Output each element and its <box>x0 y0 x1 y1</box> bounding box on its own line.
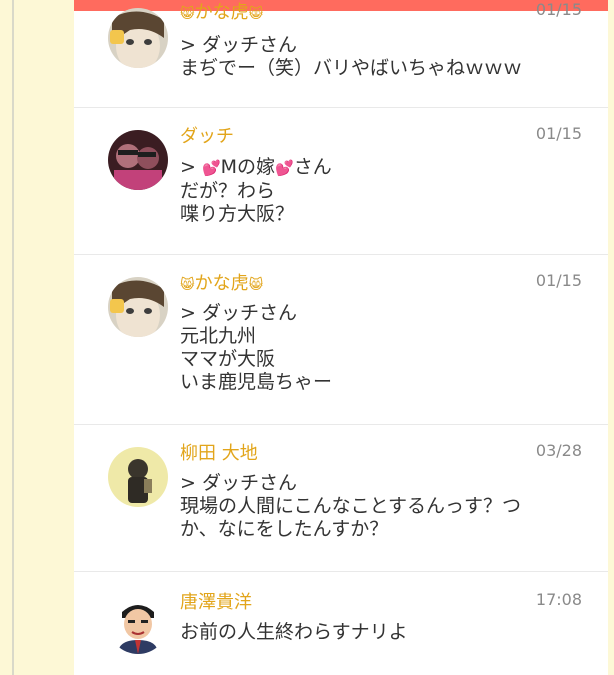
comment-line: か、なにをしたんすか？ <box>180 518 389 540</box>
comment-item[interactable]: 😸かな虎😸 01/15 > ダッチさん まぢでー（笑）バリやばいちゃねｗｗｗ <box>74 0 608 108</box>
avatar-photo-icon <box>108 447 168 507</box>
comment-line: お前の人生終わらすナリよ <box>180 621 408 643</box>
comment-line: > ダッチさん <box>180 34 297 56</box>
comment-date: 01/15 <box>535 124 582 143</box>
comment-date: 03/28 <box>535 441 582 460</box>
comment-item[interactable]: ダッチ 01/15 > 💕Mの嫁💕さん だが？わら 喋り方大阪？ <box>74 108 608 255</box>
comment-line: だが？わら <box>180 180 276 202</box>
avatar-photo-icon <box>108 277 168 337</box>
comment-text: > ダッチさん まぢでー（笑）バリやばいちゃねｗｗｗ <box>180 34 580 80</box>
comment-line: いま鹿児島ちゃー <box>180 371 333 393</box>
avatar[interactable] <box>108 277 168 337</box>
comment-date: 01/15 <box>535 271 582 290</box>
avatar-photo-icon <box>108 8 168 68</box>
comment-line: 喋り方大阪？ <box>180 203 295 225</box>
comment-text: > ダッチさん 元北九州 ママが大阪 いま鹿児島ちゃー <box>180 302 580 394</box>
comment-author[interactable]: 唐澤貴洋 <box>180 588 252 614</box>
heart-icon: 💕 <box>275 159 294 177</box>
comment-text: > ダッチさん 現場の人間にこんなことするんっす？つ か、なにをしたんすか？ <box>180 472 580 541</box>
comment-author[interactable]: 😸かな虎😸 <box>180 0 263 24</box>
cat-face-icon: 😸 <box>180 277 195 293</box>
comment-line: 現場の人間にこんなことするんっす？つ <box>180 495 522 517</box>
avatar[interactable] <box>108 447 168 507</box>
comment-item[interactable]: 柳田 大地 03/28 > ダッチさん 現場の人間にこんなことするんっす？つ か… <box>74 425 608 572</box>
cat-face-icon: 😸 <box>180 6 195 22</box>
comment-thread-page: 😸かな虎😸 01/15 > ダッチさん まぢでー（笑）バリやばいちゃねｗｗｗ ダ… <box>0 0 614 675</box>
comment-line: まぢでー（笑）バリやばいちゃねｗｗｗ <box>180 57 523 79</box>
comment-date: 01/15 <box>535 0 582 19</box>
comment-author[interactable]: 柳田 大地 <box>180 439 258 465</box>
avatar[interactable] <box>108 8 168 68</box>
comment-line: ママが大阪 <box>180 348 276 370</box>
comment-item[interactable]: 唐澤貴洋 17:08 お前の人生終わらすナリよ <box>74 572 608 675</box>
left-border <box>12 0 14 675</box>
comment-item[interactable]: 😸かな虎😸 01/15 > ダッチさん 元北九州 ママが大阪 いま鹿児島ちゃー <box>74 255 608 425</box>
comment-author[interactable]: ダッチ <box>180 122 234 148</box>
comment-text: > 💕Mの嫁💕さん だが？わら 喋り方大阪？ <box>180 156 580 226</box>
avatar-photo-icon <box>108 130 168 190</box>
comment-author[interactable]: 😸かな虎😸 <box>180 269 263 295</box>
comment-line: > ダッチさん <box>180 302 297 324</box>
comment-line: 元北九州 <box>180 325 257 347</box>
cartoon-man-icon <box>108 594 168 654</box>
cat-face-icon: 😸 <box>248 6 264 22</box>
reply-mention[interactable]: > 💕Mの嫁💕さん <box>180 156 580 180</box>
comment-date: 17:08 <box>535 590 582 609</box>
heart-icon: 💕 <box>201 159 221 177</box>
comment-text: お前の人生終わらすナリよ <box>180 621 580 644</box>
cat-face-icon: 😸 <box>248 277 264 293</box>
avatar[interactable] <box>108 130 168 190</box>
comment-line: > ダッチさん <box>180 472 297 494</box>
avatar[interactable] <box>108 594 168 654</box>
